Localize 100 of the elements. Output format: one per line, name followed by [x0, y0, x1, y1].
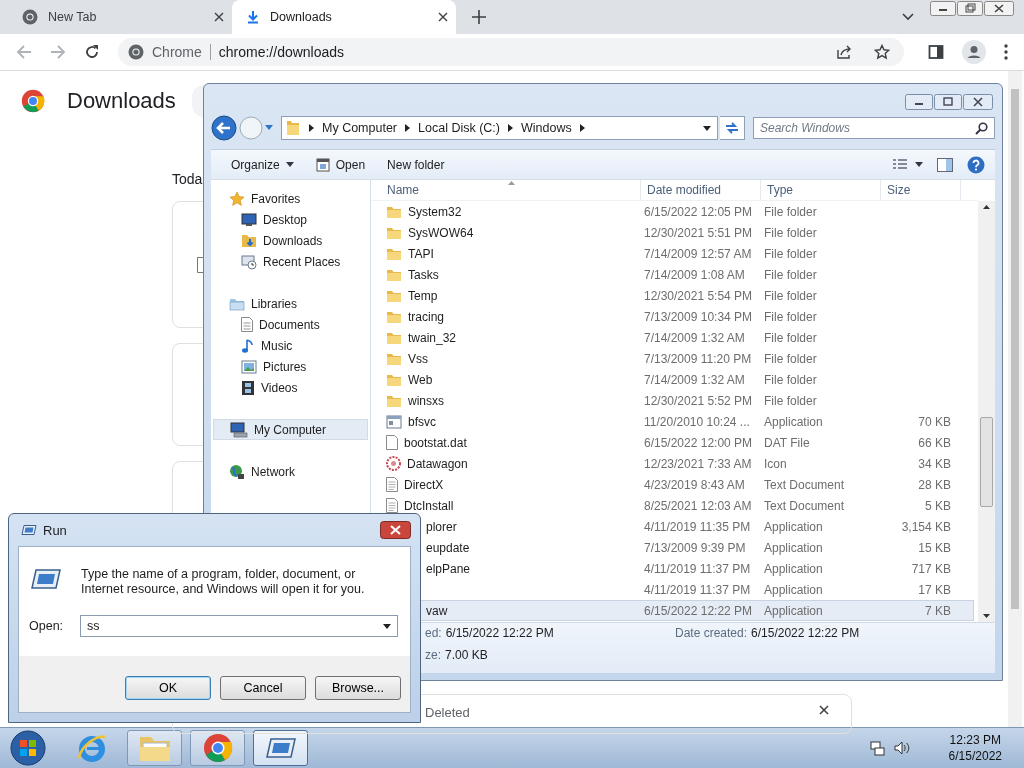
file-name: Tasks	[408, 267, 439, 282]
table-cell-text: 6/15/2022 12:05 PM	[643, 204, 754, 219]
file-row[interactable]: Vss 7/13/2009 11:20 PM File folder	[371, 348, 974, 369]
file-row[interactable]: Temp 12/30/2021 5:54 PM File folder	[371, 285, 974, 306]
table-cell-text: 3,154 KB	[900, 519, 951, 534]
browser-tab[interactable]: New Tab	[8, 0, 232, 34]
file-row[interactable]: DirectX 4/23/2019 8:43 AM Text Document 28 KB	[371, 474, 974, 495]
table-cell-text: 7/14/2009 1:08 AM	[643, 267, 746, 282]
toolbar-button[interactable]: New folder	[385, 154, 447, 175]
dialog-button[interactable]: OK	[125, 676, 211, 700]
table-cell-text: File folder	[763, 267, 818, 282]
file-row[interactable]: bfsvc 11/20/2010 10:24 ... Application 70 KB	[371, 411, 974, 432]
file-name: DtcInstall	[404, 498, 454, 513]
detail-label: ze:	[425, 648, 441, 664]
column-header[interactable]: Size	[881, 180, 961, 200]
file-name: elpPane	[426, 561, 471, 576]
toolbar-button[interactable]: Organize	[229, 154, 296, 175]
table-cell-text: File folder	[763, 246, 818, 261]
address-bar[interactable]: Chrome chrome://downloads	[118, 38, 904, 66]
file-name: Web	[408, 372, 433, 387]
address-field[interactable]: My Computer Local Disk (C:) Windows	[281, 116, 718, 140]
clock-time[interactable]: 12:23 PM	[949, 733, 1001, 747]
table-cell-text: 7/14/2009 1:32 AM	[643, 372, 746, 387]
table-cell-text: 70 KB	[917, 414, 951, 429]
table-cell-text: 17 KB	[917, 582, 951, 597]
file-name: bootstat.dat	[404, 435, 467, 450]
table-cell-text: Text Document	[763, 498, 846, 513]
file-row[interactable]: TAPI 7/14/2009 12:57 AM File folder	[371, 243, 974, 264]
section-heading: Toda	[172, 171, 203, 187]
navigation-item[interactable]: Downloads	[211, 230, 370, 251]
navigation-item[interactable]: Recent Places	[211, 251, 370, 272]
table-cell-text: Application	[763, 414, 824, 429]
table-cell-text: 5 KB	[924, 498, 951, 513]
file-name: DirectX	[404, 477, 444, 492]
navigation-item[interactable]: Documents	[211, 314, 370, 335]
table-cell-text: 8/25/2021 12:03 AM	[643, 498, 753, 513]
table-cell-text: 28 KB	[917, 477, 951, 492]
table-cell-text: 6/15/2022 12:22 PM	[643, 603, 754, 618]
table-cell-text: 4/11/2019 11:37 PM	[643, 582, 752, 597]
table-cell-text: File folder	[763, 288, 818, 303]
table-cell-text: 4/23/2019 8:43 AM	[643, 477, 746, 492]
file-row[interactable]: winsxs 12/30/2021 5:52 PM File folder	[371, 390, 974, 411]
table-cell-text: 66 KB	[917, 435, 951, 450]
dialog-button[interactable]: Browse...	[315, 676, 401, 700]
table-cell-text: 4/11/2019 11:37 PM	[643, 561, 752, 576]
navigation-item[interactable]: Favorites	[211, 188, 370, 209]
table-cell-text: 12/30/2021 5:54 PM	[643, 288, 754, 303]
navigation-item[interactable]: Network	[211, 461, 370, 482]
search-field[interactable]: Search Windows	[753, 117, 995, 139]
file-name: vaw	[426, 603, 448, 618]
breadcrumb-item[interactable]: Local Disk (C:)	[418, 121, 500, 135]
toolbar-button[interactable]: Open	[313, 154, 368, 175]
table-cell-text: Application	[763, 519, 824, 534]
navigation-item[interactable]: Pictures	[211, 356, 370, 377]
table-cell-text: 7/13/2009 10:34 PM	[643, 309, 754, 324]
table-cell-text: 717 KB	[910, 561, 951, 576]
breadcrumb-item[interactable]: My Computer	[322, 121, 398, 135]
file-row[interactable]: tracing 7/13/2009 10:34 PM File folder	[371, 306, 974, 327]
tab-title: New Tab	[48, 10, 98, 24]
navigation-item[interactable]: My Computer	[213, 419, 368, 440]
table-cell-text: 11/20/2010 10:24 ...	[643, 414, 751, 429]
dialog-button[interactable]: Cancel	[220, 676, 306, 700]
file-row[interactable]: Web 7/14/2009 1:32 AM File folder	[371, 369, 974, 390]
download-status: Deleted	[425, 705, 470, 720]
table-cell-text: File folder	[763, 351, 818, 366]
file-row[interactable]: twain_32 7/14/2009 1:32 AM File folder	[371, 327, 974, 348]
browser-tab[interactable]: Downloads	[232, 0, 456, 34]
file-name: bfsvc	[408, 414, 436, 429]
column-header[interactable]: Type	[761, 180, 881, 200]
column-header[interactable]: Date modified	[641, 180, 761, 200]
table-cell-text: 7/14/2009 12:57 AM	[643, 246, 753, 261]
table-cell-text: 12/30/2021 5:51 PM	[643, 225, 754, 240]
file-row[interactable]: Datawagon 12/23/2021 7:33 AM Icon 34 KB	[371, 453, 974, 474]
table-cell-text: File folder	[763, 309, 818, 324]
detail-value: 7.00 KB	[445, 648, 488, 664]
navigation-item[interactable]: Desktop	[211, 209, 370, 230]
breadcrumb-item[interactable]: Windows	[521, 121, 572, 135]
file-row[interactable]: DtcInstall 8/25/2021 12:03 AM Text Document 5 KB	[371, 495, 974, 516]
file-name: plorer	[426, 519, 457, 534]
search-placeholder: Search Windows	[760, 121, 850, 135]
navigation-item[interactable]: Videos	[211, 377, 370, 398]
table-cell-text: File folder	[763, 330, 818, 345]
file-row[interactable]: System32 6/15/2022 12:05 PM File folder	[371, 201, 974, 222]
navigation-item[interactable]: Libraries	[211, 293, 370, 314]
file-name: eupdate	[426, 540, 470, 555]
file-row[interactable]: bootstat.dat 6/15/2022 12:00 PM DAT File 66 KB	[371, 432, 974, 453]
url-text: chrome://downloads	[218, 44, 345, 60]
window-title: Run	[43, 522, 67, 538]
file-row[interactable]: Tasks 7/14/2009 1:08 AM File folder	[371, 264, 974, 285]
file-name: tracing	[408, 309, 445, 324]
detail-label: Date created:	[675, 626, 748, 642]
table-cell-text: 4/11/2019 11:35 PM	[643, 519, 752, 534]
table-cell-text: 12/23/2021 7:33 AM	[643, 456, 753, 471]
file-row[interactable]: SysWOW64 12/30/2021 5:51 PM File folder	[371, 222, 974, 243]
table-cell-text: 7/13/2009 11:20 PM	[643, 351, 753, 366]
clock-date[interactable]: 6/15/2022	[948, 749, 1002, 763]
table-cell-text: File folder	[763, 225, 818, 240]
table-cell-text: Application	[763, 603, 824, 618]
open-combo-box[interactable]: ss	[80, 615, 398, 637]
navigation-item[interactable]: Music	[211, 335, 370, 356]
